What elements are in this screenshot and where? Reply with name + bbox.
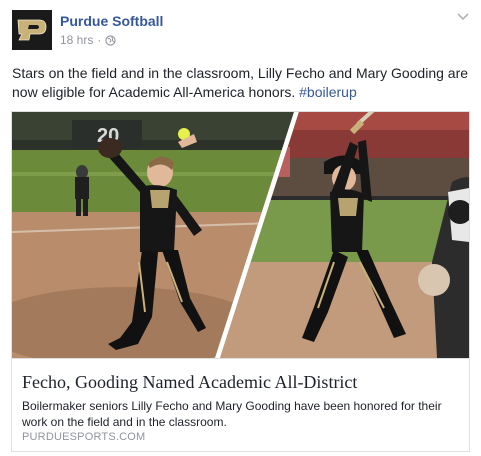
globe-icon[interactable] [105,34,116,46]
chevron-down-icon[interactable] [456,12,470,22]
card-body[interactable]: Fecho, Gooding Named Academic All-Distri… [12,358,469,451]
card-photo-collage: 20 [12,112,469,358]
facebook-post: Purdue Softball 18 hrs · Stars on the fi… [0,0,481,456]
post-message-text: Stars on the field and in the classroom,… [12,65,469,100]
post-meta: 18 hrs · [60,33,116,47]
link-preview-card[interactable]: 20 Fecho, Gooding Named Academic All-Dis… [11,111,470,452]
card-description: Boilermaker seniors Lilly Fecho and Mary… [22,399,442,429]
post-timestamp[interactable]: 18 hrs [60,33,93,47]
hashtag-link[interactable]: #boilerup [299,84,357,100]
post-header: Purdue Softball 18 hrs · [12,10,470,50]
card-title[interactable]: Fecho, Gooding Named Academic All-Distri… [22,371,459,393]
purdue-logo-icon [17,19,47,41]
meta-separator: · [97,33,102,47]
card-domain: PURDUESPORTS.COM [22,431,146,443]
post-message: Stars on the field and in the classroom,… [12,64,470,102]
page-name-link[interactable]: Purdue Softball [60,13,163,29]
page-avatar[interactable] [12,10,52,50]
card-image[interactable]: 20 [12,112,469,358]
